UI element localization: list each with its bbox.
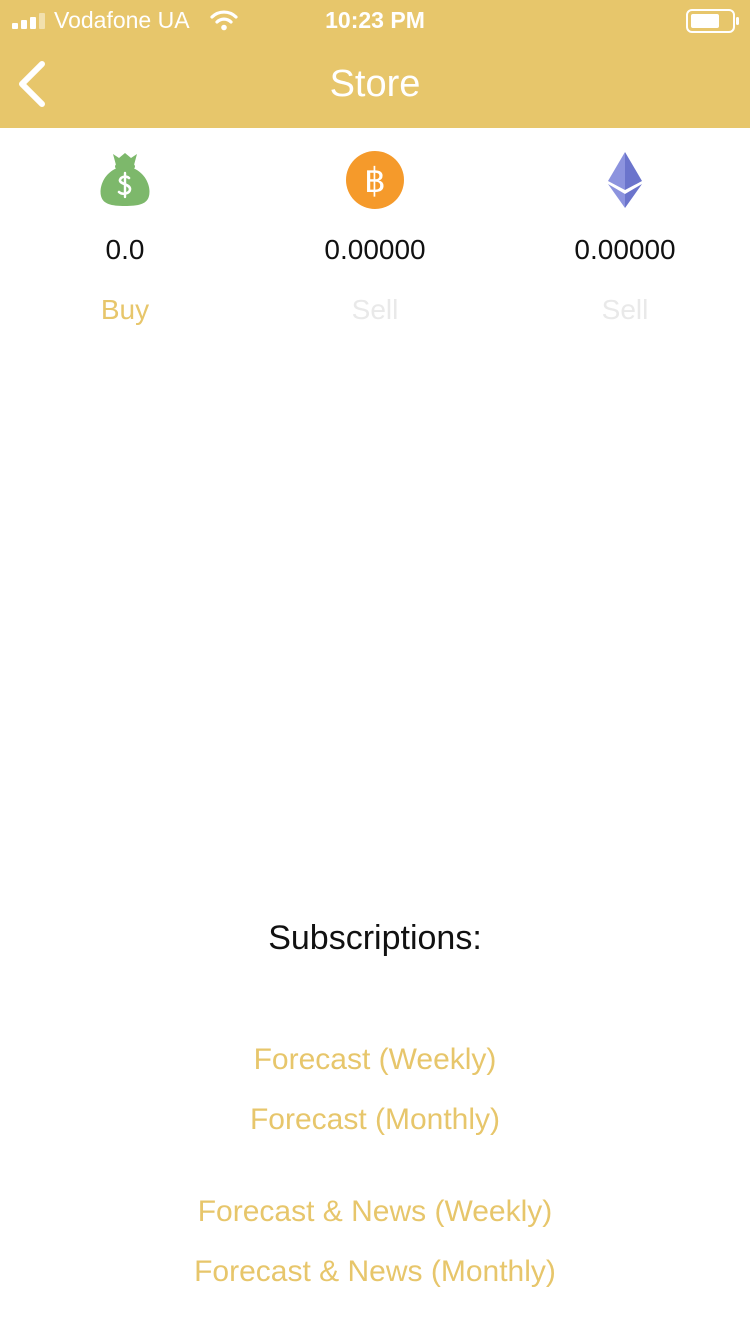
subscription-forecast-weekly[interactable]: Forecast (Weekly) [0,1040,750,1080]
usd-balance-value: 0.0 [105,234,145,265]
top-bar: Vodafone UA 10:23 PM Store [0,0,750,128]
subscription-forecast-monthly[interactable]: Forecast (Monthly) [0,1100,750,1140]
sell-ethereum-button[interactable]: Sell [500,290,750,330]
ethereum-icon [608,152,642,208]
ethereum-balance-value: 0.00000 [574,234,676,265]
buy-button[interactable]: Buy [0,290,250,330]
money-bag-icon [100,153,150,206]
sell-bitcoin-button[interactable]: Sell [250,290,500,330]
bitcoin-balance-value: 0.00000 [324,234,426,265]
status-time: 10:23 PM [325,7,425,33]
battery-icon [686,9,739,33]
balance-bitcoin: ฿ 0.00000 Sell [250,150,500,330]
subscription-forecast-news-weekly[interactable]: Forecast & News (Weekly) [0,1192,750,1232]
subscription-forecast-news-monthly[interactable]: Forecast & News (Monthly) [0,1252,750,1292]
page-title: Store [329,63,421,105]
navigation-bar: Store [0,40,750,128]
status-bar: Vodafone UA 10:23 PM [0,0,750,40]
balance-usd: 0.0 Buy [0,150,250,330]
svg-text:฿: ฿ [364,161,386,201]
subscriptions-heading: Subscriptions: [268,919,482,957]
bitcoin-icon: ฿ [346,151,404,209]
balance-ethereum: 0.00000 Sell [500,150,750,330]
